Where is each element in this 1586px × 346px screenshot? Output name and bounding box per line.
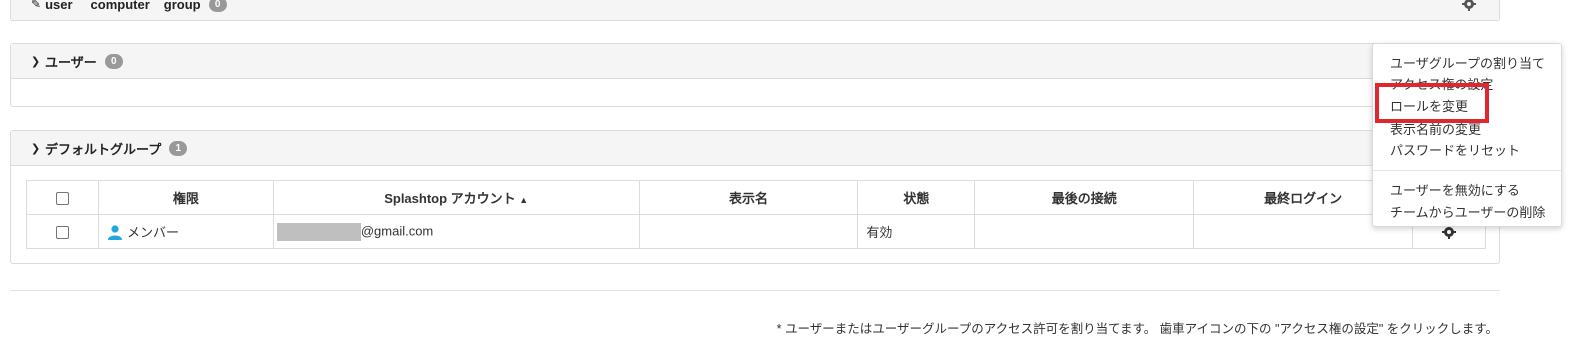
redacted-block <box>276 222 361 241</box>
pencil-icon: ✎ <box>31 0 42 11</box>
members-table: 権限 Splashtop アカウント ▲ 表示名 状態 最後の接続 最終ログイン… <box>26 180 1487 249</box>
footer-note: * ユーザーまたはユーザーグループのアクセス許可を割り当てます。 歯車アイコンの… <box>776 322 1498 336</box>
row-checkbox[interactable] <box>55 226 69 240</box>
default-group-header[interactable]: ❯ デフォルトグループ 1 <box>11 131 1499 166</box>
chevron-down-icon: ❯ <box>31 55 41 68</box>
col-header-last-connection[interactable]: 最後の接続 <box>974 180 1195 215</box>
col-header-account[interactable]: Splashtop アカウント ▲ <box>272 180 640 215</box>
role-cell: メンバー <box>97 214 274 249</box>
top-label-user: user <box>45 0 73 12</box>
users-count-badge: 0 <box>104 53 123 69</box>
default-group-panel: ❯ デフォルトグループ 1 権限 Splashtop アカウント ▲ 表示名 状… <box>10 130 1500 264</box>
users-panel: ❯ ユーザー 0 <box>10 43 1500 107</box>
menu-divider <box>1373 170 1561 171</box>
highlight-box <box>1375 83 1489 123</box>
top-label-computer: computer <box>90 0 150 12</box>
account-email: @gmail.com <box>360 222 434 238</box>
role-label: メンバー <box>126 225 179 240</box>
status-cell: 有効 <box>857 214 976 249</box>
top-label-group: group <box>163 0 201 12</box>
default-group-title: デフォルトグループ <box>45 141 162 157</box>
menu-item-disable-user[interactable]: ユーザーを無効にする <box>1390 180 1520 199</box>
default-group-badge: 1 <box>169 140 188 156</box>
top-badge: 0 <box>208 0 227 12</box>
sort-asc-icon: ▲ <box>519 195 529 205</box>
row-select-cell <box>26 214 99 249</box>
chevron-down-icon: ❯ <box>31 142 41 155</box>
footer-divider <box>10 290 1500 291</box>
users-panel-title: ユーザー <box>45 54 97 70</box>
last-connection-cell <box>974 214 1195 249</box>
table-row: メンバー @gmail.com 有効 <box>26 214 1487 249</box>
select-all-cell <box>26 180 99 215</box>
table-header-row: 権限 Splashtop アカウント ▲ 表示名 状態 最後の接続 最終ログイン <box>26 180 1487 215</box>
col-header-display-name[interactable]: 表示名 <box>638 180 859 215</box>
menu-item-remove-user[interactable]: チームからユーザーの削除 <box>1390 202 1545 221</box>
context-menu: ユーザグループの割り当て アクセス権の設定 ロールを変更 表示名前の変更 パスワ… <box>1372 43 1562 227</box>
display-name-cell <box>638 214 859 249</box>
menu-item-reset-password[interactable]: パスワードをリセット <box>1390 140 1520 159</box>
select-all-checkbox[interactable] <box>55 192 69 206</box>
col-header-account-label: Splashtop アカウント <box>384 191 516 206</box>
col-header-role[interactable]: 権限 <box>97 180 274 215</box>
menu-item-assign-group[interactable]: ユーザグループの割り当て <box>1390 53 1545 72</box>
top-panel: ✎ user computer group 0 <box>10 0 1500 21</box>
users-panel-header[interactable]: ❯ ユーザー 0 <box>11 44 1499 79</box>
account-cell: @gmail.com <box>272 214 640 249</box>
top-panel-header[interactable]: ✎ user computer group 0 <box>11 0 1499 21</box>
user-icon <box>107 225 122 240</box>
col-header-status[interactable]: 状態 <box>857 180 976 215</box>
gear-icon[interactable] <box>1461 0 1477 12</box>
